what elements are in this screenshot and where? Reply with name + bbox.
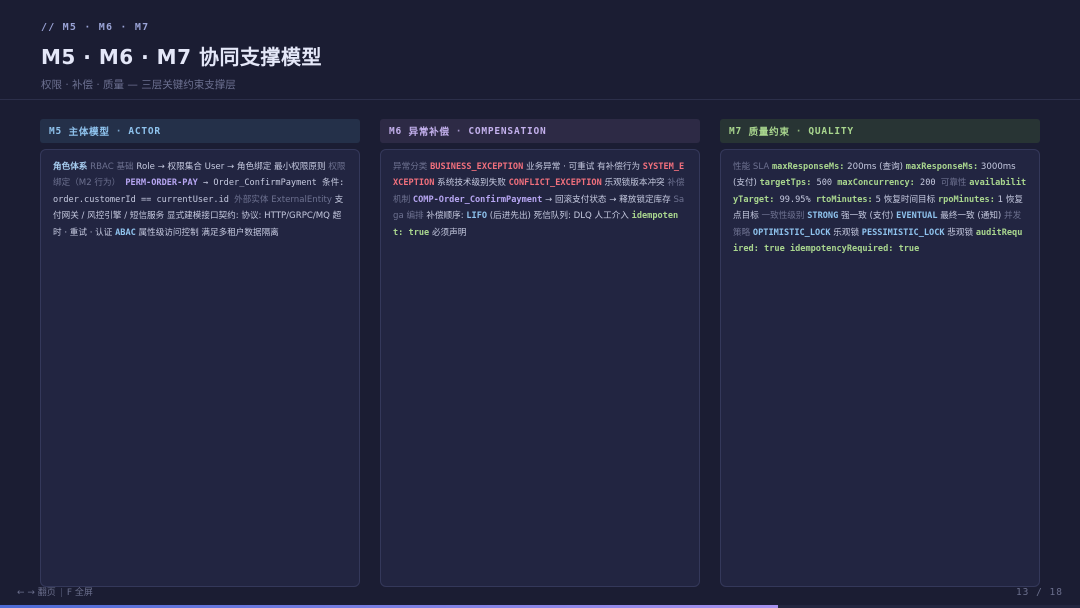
page-counter: 13 / 18 (1015, 587, 1063, 598)
content-segment: COMP-Order_ConfirmPayment (412, 194, 543, 205)
header-divider (0, 99, 1080, 100)
column-header: M7 质量约束 · QUALITY (720, 119, 1040, 143)
fullscreen-hint[interactable]: F 全屏 (67, 588, 93, 598)
content-segment: 200ms (查询) (844, 162, 906, 172)
nav-hint[interactable]: ← → 翻页 (17, 588, 56, 598)
separator-dot: · (115, 125, 123, 137)
column-name: 主体模型 (68, 127, 110, 138)
content-segment: STRONG (807, 211, 839, 222)
column-tag: COMPENSATION (468, 125, 547, 137)
column-m5: M5 主体模型 · ACTOR 角色体系 RBAC 基础 Role → 权限集合… (40, 119, 360, 587)
column-name: 异常补偿 (408, 127, 450, 138)
column-m6: M6 异常补偿 · COMPENSATION 异常分类 BUSINESS_EXC… (380, 119, 700, 587)
column-header: M5 主体模型 · ACTOR (40, 119, 360, 143)
content-segment: BUSINESS_EXCEPTION (430, 162, 524, 172)
slide-header: // M5 · M6 · M7 M5 · M6 · M7 协同支撑模型 权限 ·… (41, 22, 1039, 92)
content-segment: OPTIMISTIC_LOCK (752, 227, 831, 238)
content-segment: maxResponseMs: (771, 162, 845, 172)
content-segment: Role → 权限集合 User → 角色绑定 最小权限原则 (136, 162, 329, 172)
content-segment: 补偿顺序: (423, 211, 467, 222)
content-segment: maxResponseMs: (905, 162, 979, 172)
content-segment: 必须声明 (429, 227, 467, 238)
content-segment: LIFO (466, 211, 488, 222)
content-segment: 99.95% (774, 194, 816, 205)
column-body: 性能 SLA maxResponseMs: 200ms (查询) maxResp… (720, 149, 1040, 587)
content-segment: 乐观锁 (830, 227, 862, 238)
separator-dot: · (795, 125, 803, 137)
content-segment: 500 (811, 178, 838, 189)
content-segment: targetTps: (759, 178, 812, 189)
content-segment: CONFLICT_EXCEPTION (508, 178, 602, 189)
footer-hints: ← → 翻页 | F 全屏 (17, 585, 93, 598)
content-segment: 异常分类 (393, 162, 431, 172)
content-segment: 5 恢复时间目标 (872, 194, 938, 205)
content-segment: idempotencyRequired: true (789, 244, 920, 255)
content-segment: rtoMinutes: (815, 194, 873, 205)
content-segment: ABAC (115, 227, 136, 238)
column-name: 质量约束 (748, 127, 790, 138)
column-body: 异常分类 BUSINESS_EXCEPTION 业务异常 · 可重试 有补偿行为… (380, 149, 700, 587)
content-segment: (后进先出) 死信队列: DLQ 人工介入 (487, 211, 632, 222)
content-segment: 角色体系 (53, 162, 88, 172)
column-header: M6 异常补偿 · COMPENSATION (380, 119, 700, 143)
column-m7: M7 质量约束 · QUALITY 性能 SLA maxResponseMs: … (720, 119, 1040, 587)
content-segment: rpoMinutes: (937, 194, 995, 205)
column-code: M5 (49, 125, 63, 137)
content-segment: 性能 SLA (733, 162, 772, 172)
content-segment: 可靠性 (940, 178, 970, 189)
content-segment: PERM-ORDER-PAY (120, 178, 198, 189)
separator-dot: · (455, 125, 463, 137)
page-subtitle: 权限 · 补偿 · 质量 — 三层关键约束支撑层 (41, 79, 236, 91)
content-segment: maxConcurrency: (837, 178, 915, 189)
breadcrumb: // M5 · M6 · M7 (41, 22, 150, 33)
content-segment: → 回滚支付状态 → 释放锁定库存 (542, 194, 674, 205)
content-segment: 最终一致 (通知) (937, 211, 1005, 222)
column-code: M6 (389, 125, 403, 137)
content-segment: 一致性级别 (761, 211, 808, 222)
divider: | (59, 588, 63, 598)
content-segment: 乐观锁版本冲突 (601, 178, 668, 189)
column-tag: ACTOR (128, 125, 161, 137)
content-segment: 属性级访问控制 满足多租户数据隔离 (135, 227, 279, 238)
column-tag: QUALITY (808, 125, 854, 137)
content-segment: 悲观锁 (944, 227, 976, 238)
page-title: M5 · M6 · M7 协同支撑模型 (41, 45, 322, 69)
content-segment: 外部实体 ExternalEntity (234, 194, 332, 205)
column-code: M7 (729, 125, 743, 137)
content-segment: 业务异常 · 可重试 有补偿行为 (523, 162, 643, 172)
column-body: 角色体系 RBAC 基础 Role → 权限集合 User → 角色绑定 最小权… (40, 149, 360, 587)
content-segment: 200 (914, 178, 941, 189)
content-segment: EVENTUAL (896, 211, 938, 222)
content-segment: RBAC 基础 (87, 162, 137, 172)
content-segment: 系统技术级别失败 (434, 178, 509, 189)
content-segment: 强一致 (支付) (838, 211, 897, 222)
content-segment: PESSIMISTIC_LOCK (861, 227, 945, 238)
